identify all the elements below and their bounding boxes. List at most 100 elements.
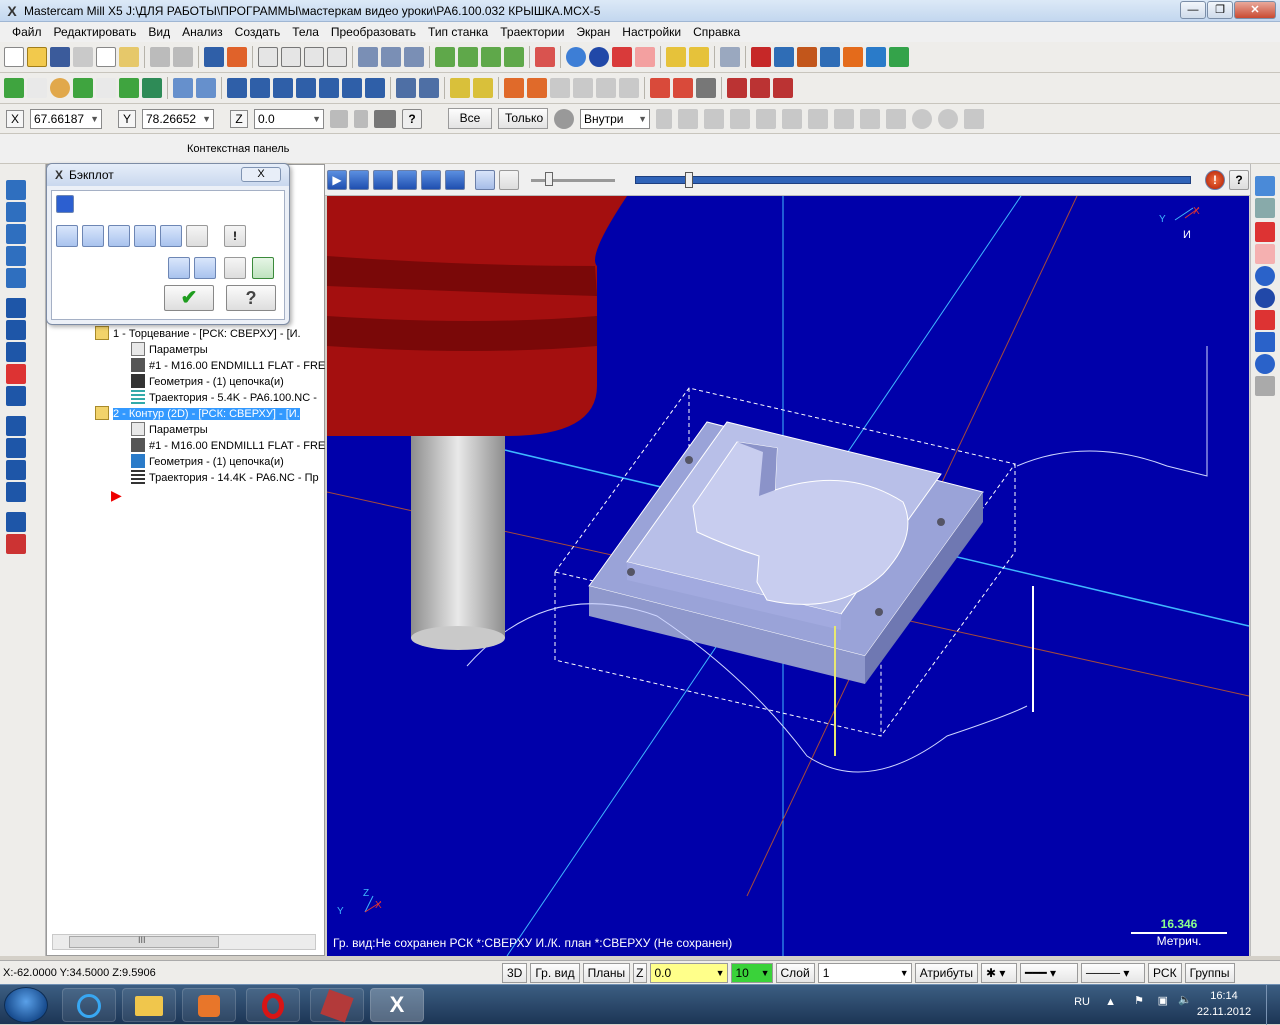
- fillet-icon[interactable]: [96, 78, 116, 98]
- select-ops-icon[interactable]: [6, 202, 26, 222]
- toolpath-manager-icon[interactable]: [6, 180, 26, 200]
- post-icon[interactable]: [727, 78, 747, 98]
- view-side-icon[interactable]: [481, 47, 501, 67]
- single-select-icon[interactable]: [782, 108, 802, 129]
- rotate-view-icon[interactable]: [1255, 198, 1275, 218]
- sphere-shaded-icon[interactable]: [1255, 288, 1275, 308]
- circle-select-icon[interactable]: [938, 108, 958, 129]
- display-entity-icon[interactable]: [160, 225, 182, 247]
- menu-machine-type[interactable]: Тип станка: [422, 22, 494, 42]
- sphere-icon[interactable]: [589, 47, 609, 67]
- tree-op2-params[interactable]: Параметры: [131, 422, 208, 438]
- edit-icon[interactable]: [689, 47, 709, 67]
- display-rapid-icon[interactable]: [134, 225, 156, 247]
- print-preview-icon[interactable]: [96, 47, 116, 67]
- undo-icon[interactable]: [150, 47, 170, 67]
- tree-op2-tool[interactable]: #1 - M16.00 ENDMILL1 FLAT - FRE: [131, 438, 325, 454]
- view-top-icon[interactable]: [435, 47, 455, 67]
- display-icon[interactable]: ▣: [1158, 994, 1168, 1007]
- layer-label[interactable]: Слой: [775, 962, 815, 983]
- sphere-view-icon[interactable]: [1255, 266, 1275, 286]
- tool-manager-icon[interactable]: [773, 78, 793, 98]
- tree-op1-params[interactable]: Параметры: [131, 342, 208, 358]
- plane-icon[interactable]: [1255, 332, 1275, 352]
- tree-op1-geometry[interactable]: Геометрия - (1) цепочка(и): [131, 374, 284, 390]
- fast-point-icon[interactable]: [330, 109, 348, 128]
- vcr-help-icon[interactable]: ?: [1229, 170, 1249, 190]
- tree-op1-tool[interactable]: #1 - M16.00 ENDMILL1 FLAT - FRE: [131, 358, 325, 374]
- speed-slider-thumb[interactable]: [545, 172, 553, 186]
- minimize-button[interactable]: —: [1180, 1, 1206, 19]
- taskbar-explorer-icon[interactable]: [122, 988, 176, 1022]
- show-desktop-button[interactable]: [1266, 985, 1280, 1025]
- scale-icon[interactable]: [296, 78, 316, 98]
- point-icon[interactable]: [4, 78, 24, 98]
- stop-condition-icon[interactable]: !: [1205, 170, 1225, 190]
- shade-icon[interactable]: [1255, 222, 1275, 242]
- fast-forward-button[interactable]: [445, 170, 465, 190]
- verify-selection-icon[interactable]: [554, 108, 574, 129]
- clock-time[interactable]: 16:14: [1194, 990, 1254, 1002]
- regen-dirty-icon[interactable]: [6, 246, 26, 266]
- regen-all-icon[interactable]: [6, 224, 26, 244]
- pin-icon[interactable]: [720, 47, 740, 67]
- maximize-button[interactable]: ❐: [1207, 1, 1233, 19]
- language-indicator[interactable]: RU: [1074, 996, 1090, 1008]
- wireframe-icon[interactable]: [696, 78, 716, 98]
- save-geometry-icon[interactable]: [252, 257, 274, 279]
- material-icon[interactable]: [843, 47, 863, 67]
- taskbar-media-icon[interactable]: [182, 988, 236, 1022]
- clock-date[interactable]: 22.11.2012: [1194, 1006, 1254, 1018]
- y-coordinate-input[interactable]: 78.26652 ▼: [142, 108, 214, 129]
- line-style-select[interactable]: ━━━ ▾: [1020, 962, 1079, 983]
- wire-view-icon[interactable]: [1255, 244, 1275, 264]
- wizard-icon[interactable]: [797, 47, 817, 67]
- menu-create[interactable]: Создать: [229, 22, 287, 42]
- backplot-ops-icon[interactable]: [6, 268, 26, 288]
- unselect-icon[interactable]: [860, 108, 880, 129]
- zoom-out-icon[interactable]: [327, 47, 347, 67]
- merge-icon[interactable]: [119, 47, 139, 67]
- translate-icon[interactable]: [227, 78, 247, 98]
- post-ops-icon[interactable]: [6, 342, 26, 362]
- grid-view-icon[interactable]: [1255, 376, 1275, 396]
- step-forward-button[interactable]: [421, 170, 441, 190]
- zoom-in-icon[interactable]: [304, 47, 324, 67]
- trim-icon[interactable]: [173, 78, 193, 98]
- view-front-icon[interactable]: [458, 47, 478, 67]
- taskbar-opera-icon[interactable]: [246, 988, 300, 1022]
- select-help-icon[interactable]: [964, 108, 984, 129]
- scroll-thumb[interactable]: III: [69, 935, 219, 948]
- verify-ops-icon[interactable]: [6, 298, 26, 318]
- point-style-select[interactable]: ✱ ▾: [981, 962, 1018, 983]
- menu-solids[interactable]: Тела: [286, 22, 325, 42]
- display-tool-icon[interactable]: [82, 225, 104, 247]
- btn-planes[interactable]: Планы: [582, 962, 631, 983]
- menu-settings[interactable]: Настройки: [616, 22, 687, 42]
- display-holder-icon[interactable]: [108, 225, 130, 247]
- cube-icon[interactable]: [535, 47, 555, 67]
- offset-icon[interactable]: [319, 78, 339, 98]
- expand-icon[interactable]: [6, 512, 26, 532]
- surface-icon[interactable]: [619, 78, 639, 98]
- globe-icon[interactable]: [566, 47, 586, 67]
- camera-icon[interactable]: [224, 257, 246, 279]
- menu-help[interactable]: Справка: [687, 22, 746, 42]
- display-path-icon[interactable]: [56, 225, 78, 247]
- progress-thumb[interactable]: [685, 172, 693, 188]
- warning-icon[interactable]: !: [224, 225, 246, 247]
- groups-button[interactable]: Группы: [1184, 962, 1235, 983]
- toggle-display-icon[interactable]: [6, 438, 26, 458]
- selection-mode-select[interactable]: Внутри ▼: [580, 108, 650, 129]
- start-button[interactable]: [4, 987, 48, 1023]
- zoom-window-icon[interactable]: [281, 47, 301, 67]
- backplot-icon[interactable]: [673, 78, 693, 98]
- drill-icon[interactable]: [450, 78, 470, 98]
- redo-icon[interactable]: [173, 47, 193, 67]
- menu-view[interactable]: Вид: [142, 22, 176, 42]
- network-icon[interactable]: ⚑: [1134, 994, 1144, 1007]
- print-icon[interactable]: [73, 47, 93, 67]
- quick-verify-icon[interactable]: [168, 257, 190, 279]
- no-icon[interactable]: [912, 108, 932, 129]
- stop-button[interactable]: [349, 170, 369, 190]
